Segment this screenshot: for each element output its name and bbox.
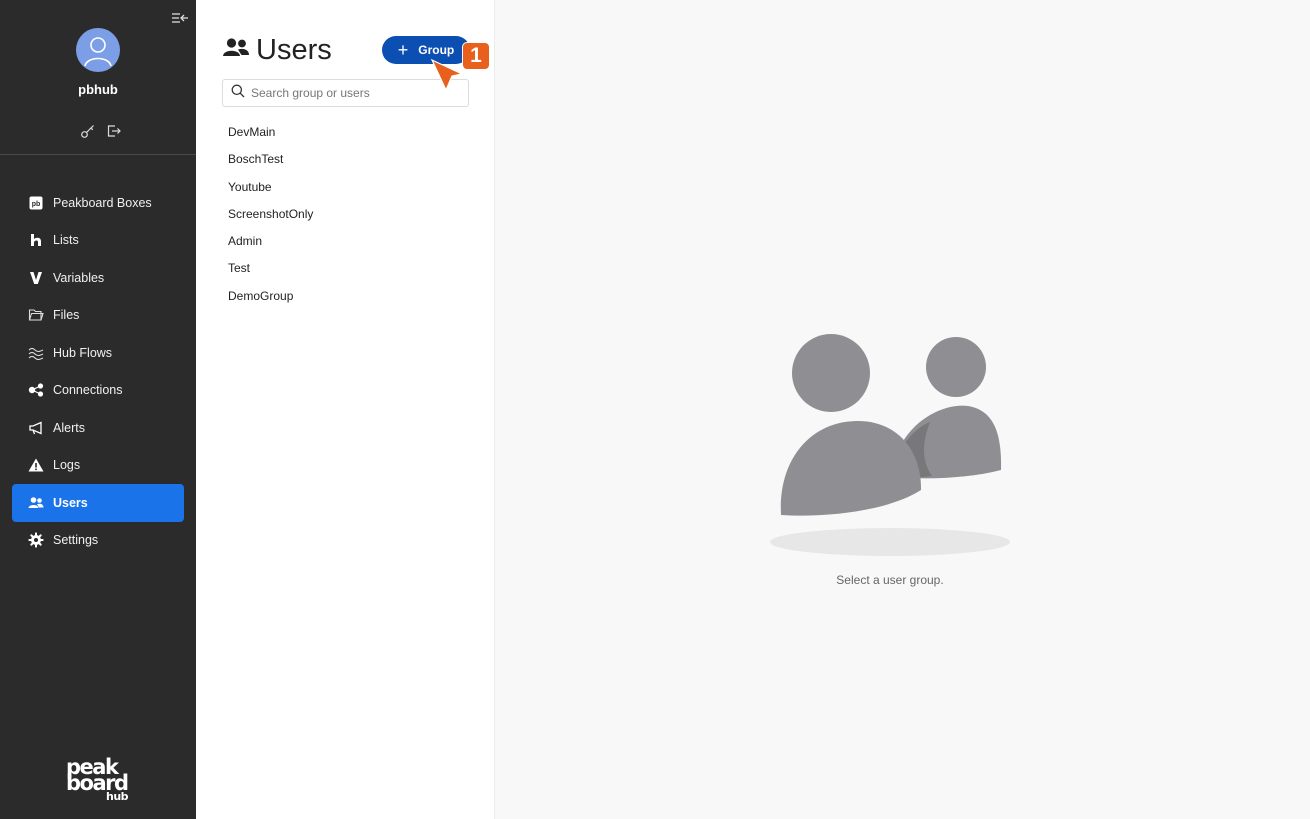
search-icon [231,84,245,103]
logo-line-3: hub [106,790,129,802]
sidebar-item-label: Users [53,495,88,510]
sidebar-item-label: Hub Flows [53,345,113,360]
sidebar-item-users[interactable]: Users [12,484,184,522]
logout-icon[interactable] [106,123,122,139]
groups-panel: Users + Group DevMain BoschTest Youtube … [196,0,495,819]
group-item[interactable]: BoschTest [228,146,468,173]
sidebar-item-variables[interactable]: Variables [12,259,184,297]
lists-icon [28,232,44,248]
main-content: Select a user group. [496,0,1310,819]
page-title: Users [256,34,332,66]
group-item[interactable]: DevMain [228,119,468,146]
avatar[interactable] [76,28,120,72]
step-number-badge: 1 [462,42,490,70]
users-placeholder-illustration [770,330,1012,560]
sidebar-item-alerts[interactable]: Alerts [12,409,184,447]
plus-icon: + [397,40,409,60]
variables-icon [28,270,44,286]
svg-text:pb: pb [32,201,41,208]
gear-icon [28,532,44,548]
peakboard-hub-logo: peak board hub [62,754,134,803]
pointer-arrow-icon [430,58,466,92]
sidebar-item-label: Connections [53,383,123,398]
sidebar-item-label: Files [53,308,80,323]
users-icon [28,495,44,511]
username: pbhub [78,82,118,97]
sidebar-item-label: Peakboard Boxes [53,195,152,210]
sidebar-item-label: Variables [53,270,105,285]
sidebar: pbhub pb Peakboard Boxes Lists Variables… [0,0,196,819]
key-icon[interactable] [80,123,96,139]
group-item[interactable]: DemoGroup [228,283,468,310]
collapse-sidebar-icon[interactable] [170,10,190,26]
group-list: DevMain BoschTest Youtube ScreenshotOnly… [228,119,468,310]
sidebar-divider [0,154,196,155]
group-item[interactable]: Admin [228,228,468,255]
sidebar-item-label: Alerts [53,420,85,435]
sidebar-item-hub-flows[interactable]: Hub Flows [12,334,184,372]
sidebar-item-label: Lists [53,233,79,248]
connections-icon [28,382,44,398]
group-item[interactable]: Youtube [228,174,468,201]
sidebar-item-peakboard-boxes[interactable]: pb Peakboard Boxes [12,184,184,222]
folder-icon [28,307,44,323]
waves-icon [28,345,44,361]
sidebar-nav: pb Peakboard Boxes Lists Variables Files… [12,184,184,559]
sidebar-item-files[interactable]: Files [12,297,184,335]
pb-box-icon: pb [28,195,44,211]
megaphone-icon [28,420,44,436]
sidebar-item-logs[interactable]: Logs [12,447,184,485]
users-icon [222,37,250,64]
add-group-label: Group [418,43,455,57]
sidebar-item-lists[interactable]: Lists [12,222,184,260]
group-item[interactable]: ScreenshotOnly [228,201,468,228]
empty-state-text: Select a user group. [836,573,944,587]
warning-icon [28,457,44,473]
sidebar-item-label: Settings [53,533,99,548]
group-item[interactable]: Test [228,255,468,282]
sidebar-item-settings[interactable]: Settings [12,522,184,560]
sidebar-item-label: Logs [53,458,81,473]
sidebar-item-connections[interactable]: Connections [12,372,184,410]
